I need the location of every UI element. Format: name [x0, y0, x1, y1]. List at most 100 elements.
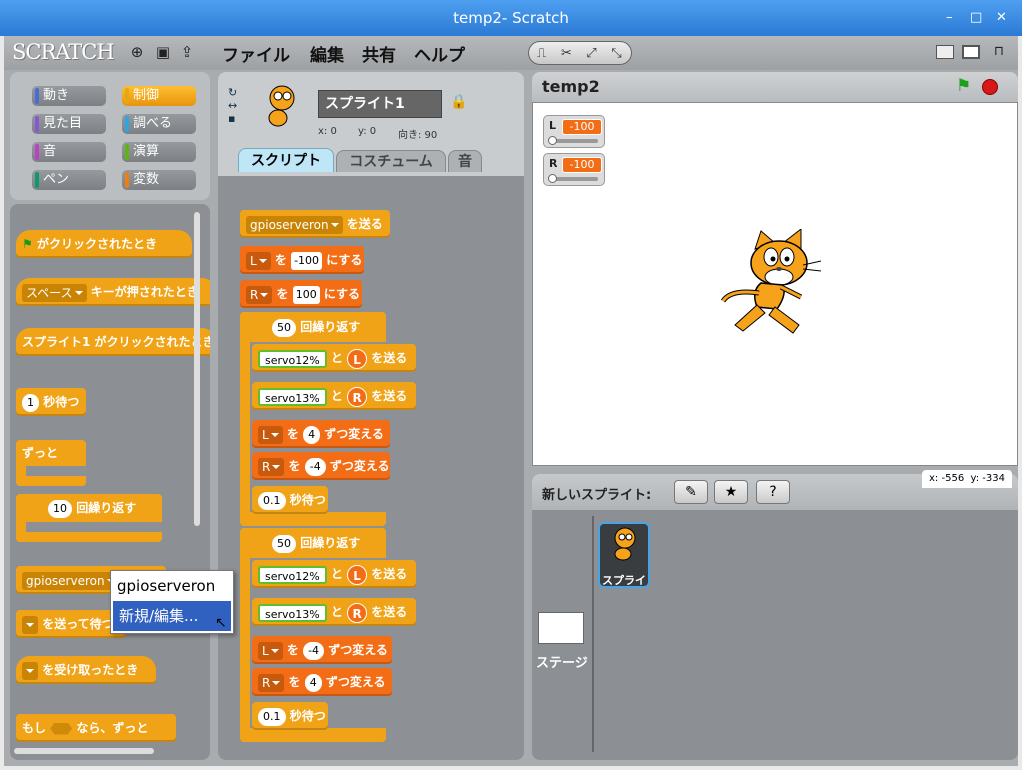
stage-canvas[interactable]: L -100 R -100 [532, 102, 1018, 466]
slider-knob[interactable] [548, 136, 557, 145]
sprite-tile[interactable]: スプライト [598, 522, 650, 588]
tab-sounds[interactable]: 音 [448, 150, 482, 172]
choose-sprite-button[interactable]: ★ [714, 480, 748, 504]
broadcast-dropdown[interactable]: gpioserveron [246, 215, 343, 234]
globe-icon[interactable]: ⊕ [128, 43, 146, 61]
category-motion[interactable]: 動き [32, 86, 106, 106]
tab-costumes[interactable]: コスチューム [336, 150, 446, 172]
broadcast-and-block[interactable]: servo13% と R を送る [252, 598, 416, 626]
receive-dropdown[interactable] [22, 661, 38, 680]
wait-block[interactable]: 1 秒待つ [16, 388, 86, 416]
when-receive-block[interactable]: を受け取ったとき [16, 656, 156, 684]
change-var-block[interactable]: L を 4 ずつ変える [252, 420, 390, 448]
menu-share[interactable]: 共有 [362, 41, 396, 66]
variable-reporter[interactable]: R [347, 386, 368, 407]
repeat-input[interactable]: 50 [272, 534, 296, 553]
menu-file[interactable]: ファイル [222, 41, 290, 66]
variable-monitor-r[interactable]: R -100 [543, 153, 605, 186]
value-input[interactable]: 4 [303, 425, 321, 444]
repeat-block[interactable]: 10 回繰り返す [16, 494, 162, 542]
broadcast-and-block[interactable]: servo13% と R を送る [252, 382, 416, 410]
broadcast-block[interactable]: gpioserveron を送る [240, 210, 390, 238]
set-var-block[interactable]: R を 100 にする [240, 280, 362, 308]
value-input[interactable]: 100 [292, 285, 320, 304]
join-input[interactable]: servo12% [258, 565, 327, 584]
when-sprite-clicked-block[interactable]: スプライト1 がクリックされたとき [16, 328, 210, 356]
variable-dropdown[interactable]: L [246, 251, 271, 270]
join-input[interactable]: servo13% [258, 603, 327, 622]
stage-thumbnail[interactable] [538, 612, 584, 644]
random-sprite-button[interactable]: ? [756, 480, 790, 504]
when-key-pressed-block[interactable]: スペース キーが押されたとき [16, 278, 210, 306]
variable-reporter[interactable]: R [347, 602, 368, 623]
green-flag-icon[interactable]: ⚑ [956, 76, 971, 96]
broadcast-wait-dropdown[interactable] [22, 615, 38, 634]
popup-item-new-edit[interactable]: 新規/編集... [113, 601, 231, 631]
palette-scrollbar[interactable] [194, 212, 200, 526]
monitor-slider[interactable] [550, 139, 598, 143]
maximize-button[interactable]: □ [970, 0, 982, 36]
menu-edit[interactable]: 編集 [310, 41, 344, 66]
menu-help[interactable]: ヘルプ [414, 41, 465, 66]
wait-input[interactable]: 0.1 [258, 491, 286, 510]
broadcast-and-block[interactable]: servo12% と L を送る [252, 560, 416, 588]
variable-dropdown[interactable]: R [246, 285, 273, 304]
stamp-icon[interactable]: ⎍ [529, 43, 554, 65]
when-flag-clicked-block[interactable]: ⚑ がクリックされたとき [16, 230, 192, 258]
category-variables[interactable]: 変数 [122, 170, 196, 190]
broadcast-dropdown[interactable]: gpioserveron [22, 571, 119, 590]
category-looks[interactable]: 見た目 [32, 114, 106, 134]
popup-item-gpioserveron[interactable]: gpioserveron [111, 571, 233, 601]
small-stage-icon[interactable] [936, 45, 954, 59]
change-var-block[interactable]: L を -4 ずつ変える [252, 636, 392, 664]
value-input[interactable]: -4 [303, 641, 325, 660]
variable-dropdown[interactable]: L [258, 425, 283, 444]
value-input[interactable]: -100 [291, 251, 323, 270]
wait-input[interactable]: 0.1 [258, 707, 286, 726]
save-icon[interactable]: ▣ [154, 43, 172, 61]
palette-hscrollbar[interactable] [14, 748, 154, 754]
wait-block[interactable]: 0.1 秒待つ [252, 486, 328, 514]
join-input[interactable]: servo13% [258, 387, 327, 406]
key-dropdown[interactable]: スペース [22, 283, 87, 302]
shrink-icon[interactable]: ⤡ [604, 43, 629, 65]
cat-sprite[interactable] [721, 229, 827, 339]
scissors-icon[interactable]: ✂ [554, 43, 579, 65]
condition-slot[interactable] [50, 722, 73, 735]
if-forever-block[interactable]: もし なら、ずっと [16, 714, 176, 742]
change-var-block[interactable]: R を 4 ずつ変える [252, 668, 392, 696]
variable-dropdown[interactable]: R [258, 673, 285, 692]
grow-icon[interactable]: ⤢ [579, 43, 604, 65]
variable-dropdown[interactable]: R [258, 457, 285, 476]
broadcast-and-block[interactable]: servo12% と L を送る [252, 344, 416, 372]
variable-monitor-l[interactable]: L -100 [543, 115, 605, 148]
variable-dropdown[interactable]: L [258, 641, 283, 660]
forever-block[interactable]: ずっと [16, 440, 86, 486]
tab-scripts[interactable]: スクリプト [238, 148, 334, 172]
share-icon[interactable]: ⇪ [178, 43, 196, 61]
variable-reporter[interactable]: L [347, 564, 368, 585]
category-pen[interactable]: ペン [32, 170, 106, 190]
minimize-button[interactable]: – [946, 0, 953, 36]
stop-icon[interactable] [982, 79, 998, 95]
wait-block[interactable]: 0.1 秒待つ [252, 702, 328, 730]
lock-icon[interactable]: 🔒 [450, 94, 467, 110]
paint-sprite-button[interactable]: ✎ [674, 480, 708, 504]
change-var-block[interactable]: R を -4 ずつ変える [252, 452, 390, 480]
variable-reporter[interactable]: L [347, 348, 368, 369]
category-operators[interactable]: 演算 [122, 142, 196, 162]
value-input[interactable]: 4 [304, 673, 322, 692]
monitor-slider[interactable] [550, 177, 598, 181]
category-sensing[interactable]: 調べる [122, 114, 196, 134]
presentation-icon[interactable]: ⊓ [990, 43, 1008, 61]
category-sound[interactable]: 音 [32, 142, 106, 162]
slider-knob[interactable] [548, 174, 557, 183]
wait-input[interactable]: 1 [22, 393, 39, 412]
sprite-name-field[interactable]: スプライト1 [318, 90, 442, 118]
category-control[interactable]: 制御 [122, 86, 196, 106]
join-input[interactable]: servo12% [258, 349, 327, 368]
normal-stage-icon[interactable] [962, 45, 980, 59]
value-input[interactable]: -4 [304, 457, 326, 476]
set-var-block[interactable]: L を -100 にする [240, 246, 364, 274]
repeat-input[interactable]: 10 [48, 499, 72, 518]
